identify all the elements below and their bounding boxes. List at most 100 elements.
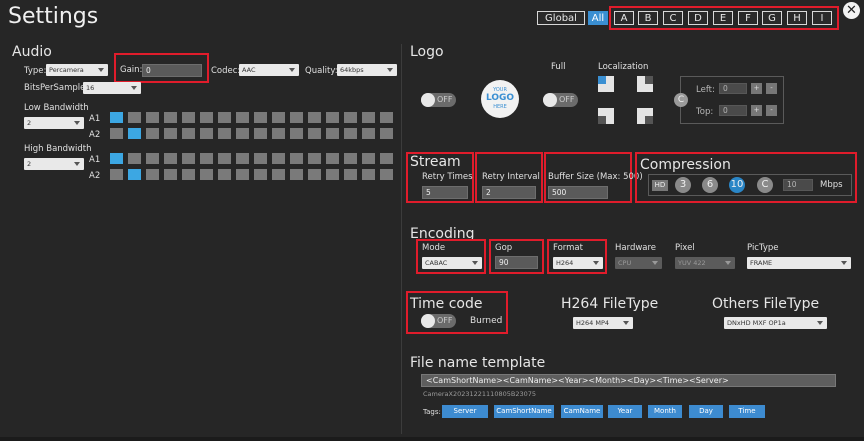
tab-camera-b[interactable]: B bbox=[638, 11, 658, 25]
top-increment-button[interactable]: + bbox=[751, 105, 762, 116]
full-toggle[interactable]: OFF bbox=[543, 93, 578, 107]
tab-camera-g[interactable]: G bbox=[762, 11, 782, 25]
channel-cell[interactable] bbox=[344, 153, 357, 164]
channel-cell[interactable] bbox=[164, 169, 177, 180]
channel-cell[interactable] bbox=[272, 153, 285, 164]
pictype-select[interactable]: FRAME bbox=[747, 257, 851, 269]
channel-cell[interactable] bbox=[146, 153, 159, 164]
top-decrement-button[interactable]: - bbox=[766, 105, 777, 116]
channel-cell[interactable] bbox=[146, 169, 159, 180]
mode-select[interactable]: CABAC bbox=[422, 257, 482, 269]
channel-cell[interactable] bbox=[290, 169, 303, 180]
channel-cell[interactable] bbox=[290, 128, 303, 139]
retry-times-input[interactable]: 5 bbox=[422, 186, 468, 199]
channel-cell[interactable] bbox=[200, 169, 213, 180]
timecode-toggle[interactable]: OFF bbox=[421, 314, 456, 328]
localization-bottom-left[interactable] bbox=[598, 108, 614, 124]
channel-cell[interactable] bbox=[272, 169, 285, 180]
channel-cell[interactable] bbox=[362, 128, 375, 139]
left-input[interactable]: 0 bbox=[719, 83, 747, 94]
channel-cell[interactable] bbox=[308, 112, 321, 123]
tab-camera-d[interactable]: D bbox=[688, 11, 708, 25]
channel-cell[interactable] bbox=[236, 112, 249, 123]
channel-cell[interactable] bbox=[308, 128, 321, 139]
channel-cell[interactable] bbox=[254, 112, 267, 123]
tab-camera-f[interactable]: F bbox=[738, 11, 758, 25]
tag-day-button[interactable]: Day bbox=[689, 405, 723, 418]
channel-cell[interactable] bbox=[362, 112, 375, 123]
tab-camera-h[interactable]: H bbox=[787, 11, 807, 25]
compression-custom-input[interactable]: 10 bbox=[783, 179, 813, 191]
channel-cell[interactable] bbox=[308, 153, 321, 164]
tag-time-button[interactable]: Time bbox=[729, 405, 765, 418]
channel-cell[interactable] bbox=[164, 112, 177, 123]
tab-all[interactable]: All bbox=[588, 11, 608, 25]
retry-interval-input[interactable]: 2 bbox=[482, 186, 536, 199]
channel-cell[interactable] bbox=[110, 153, 123, 164]
localization-bottom-right[interactable] bbox=[637, 108, 653, 124]
custom-position-button[interactable]: C bbox=[674, 93, 688, 107]
localization-top-right[interactable] bbox=[637, 76, 653, 92]
channel-cell[interactable] bbox=[290, 153, 303, 164]
codec-select[interactable]: AAC bbox=[239, 64, 299, 76]
tab-camera-i[interactable]: I bbox=[812, 11, 832, 25]
low-bandwidth-select[interactable]: 2 bbox=[24, 117, 84, 129]
close-icon[interactable]: ✕ bbox=[843, 2, 860, 19]
channel-cell[interactable] bbox=[272, 128, 285, 139]
hardware-select[interactable]: CPU bbox=[615, 257, 662, 269]
compression-custom-button[interactable]: C bbox=[757, 177, 773, 193]
channel-cell[interactable] bbox=[164, 128, 177, 139]
high-bandwidth-select[interactable]: 2 bbox=[24, 158, 84, 170]
channel-cell[interactable] bbox=[182, 153, 195, 164]
channel-cell[interactable] bbox=[200, 153, 213, 164]
channel-cell[interactable] bbox=[218, 153, 231, 164]
compression-option-3[interactable]: 3 bbox=[675, 177, 691, 193]
channel-cell[interactable] bbox=[380, 112, 393, 123]
filename-template-input[interactable]: <CamShortName><CamName><Year><Month><Day… bbox=[421, 374, 836, 387]
channel-cell[interactable] bbox=[326, 153, 339, 164]
channel-cell[interactable] bbox=[236, 128, 249, 139]
channel-cell[interactable] bbox=[254, 169, 267, 180]
channel-cell[interactable] bbox=[380, 169, 393, 180]
channel-cell[interactable] bbox=[110, 128, 123, 139]
channel-cell[interactable] bbox=[200, 128, 213, 139]
type-select[interactable]: Percamera bbox=[46, 64, 108, 76]
compression-option-10[interactable]: 10 bbox=[729, 177, 745, 193]
gop-input[interactable]: 90 bbox=[495, 256, 538, 269]
channel-cell[interactable] bbox=[164, 153, 177, 164]
left-decrement-button[interactable]: - bbox=[766, 83, 777, 94]
tag-camshortname-button[interactable]: CamShortName bbox=[494, 405, 554, 418]
channel-cell[interactable] bbox=[218, 169, 231, 180]
channel-cell[interactable] bbox=[362, 153, 375, 164]
channel-cell[interactable] bbox=[362, 169, 375, 180]
bits-per-sample-select[interactable]: 16 bbox=[83, 82, 141, 94]
channel-cell[interactable] bbox=[326, 169, 339, 180]
channel-cell[interactable] bbox=[308, 169, 321, 180]
logo-toggle[interactable]: OFF bbox=[421, 93, 456, 107]
h264-filetype-select[interactable]: H264 MP4 bbox=[573, 317, 633, 329]
left-increment-button[interactable]: + bbox=[751, 83, 762, 94]
channel-cell[interactable] bbox=[110, 112, 123, 123]
channel-cell[interactable] bbox=[128, 112, 141, 123]
channel-cell[interactable] bbox=[290, 112, 303, 123]
channel-cell[interactable] bbox=[110, 169, 123, 180]
tag-server-button[interactable]: Server bbox=[442, 405, 488, 418]
tab-global[interactable]: Global bbox=[537, 11, 585, 25]
channel-cell[interactable] bbox=[272, 112, 285, 123]
tab-camera-c[interactable]: C bbox=[663, 11, 683, 25]
channel-cell[interactable] bbox=[182, 112, 195, 123]
channel-cell[interactable] bbox=[344, 128, 357, 139]
others-filetype-select[interactable]: DNxHD MXF OP1a bbox=[724, 317, 827, 329]
low-bandwidth-channel-grid[interactable] bbox=[110, 112, 400, 142]
buffer-size-input[interactable]: 500 bbox=[548, 186, 608, 199]
tab-camera-e[interactable]: E bbox=[713, 11, 733, 25]
tag-year-button[interactable]: Year bbox=[608, 405, 642, 418]
channel-cell[interactable] bbox=[128, 128, 141, 139]
channel-cell[interactable] bbox=[146, 112, 159, 123]
channel-cell[interactable] bbox=[236, 169, 249, 180]
channel-cell[interactable] bbox=[182, 169, 195, 180]
channel-cell[interactable] bbox=[380, 128, 393, 139]
high-bandwidth-channel-grid[interactable] bbox=[110, 153, 400, 183]
channel-cell[interactable] bbox=[344, 112, 357, 123]
channel-cell[interactable] bbox=[344, 169, 357, 180]
